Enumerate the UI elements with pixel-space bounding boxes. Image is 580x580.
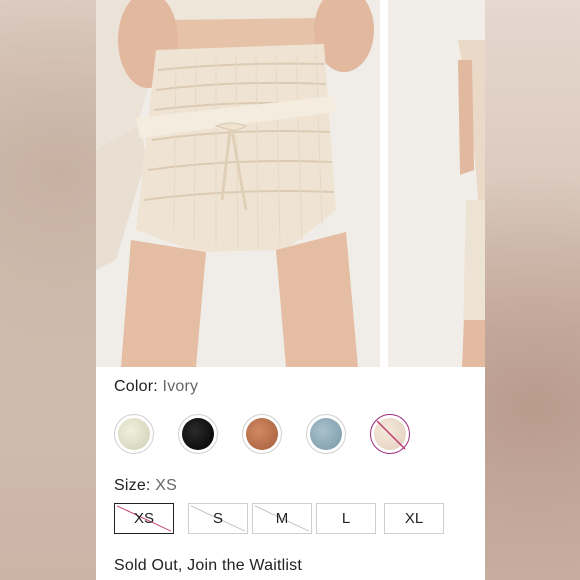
size-label: Size: <box>114 477 151 494</box>
swatch-rust[interactable] <box>242 414 282 454</box>
size-button-label: XS <box>133 510 154 527</box>
size-button-label: M <box>275 510 289 527</box>
swatch-dusty-blue[interactable] <box>306 414 346 454</box>
swatch-cream-selected[interactable] <box>370 414 410 454</box>
selected-size-value: XS <box>155 477 177 494</box>
size-button-label: XL <box>404 510 424 527</box>
product-image-main[interactable] <box>96 0 380 367</box>
swatch-dusty-blue-fill <box>310 418 342 450</box>
swatch-cream-fill <box>374 418 406 450</box>
selected-color-value: Ivory <box>162 378 199 395</box>
size-button-xl[interactable]: XL <box>384 503 444 534</box>
size-button-label: S <box>212 510 223 527</box>
size-button-l[interactable]: L <box>316 503 376 534</box>
product-image-secondary[interactable] <box>388 0 485 367</box>
swatch-ivory-fill <box>118 418 150 450</box>
color-label: Color: <box>114 378 158 395</box>
swatch-ivory[interactable] <box>114 414 154 454</box>
size-button-s[interactable]: S <box>188 503 248 534</box>
size-button-xs[interactable]: XS <box>114 503 174 534</box>
product-card: Color: Ivory Size: XS XS S M L XL Sold O… <box>96 0 485 580</box>
sold-out-waitlist-link[interactable]: Sold Out, Join the Waitlist <box>114 557 302 575</box>
swatch-black-fill <box>182 418 214 450</box>
color-label-row: Color: Ivory <box>114 378 198 396</box>
swatch-black[interactable] <box>178 414 218 454</box>
swatch-rust-fill <box>246 418 278 450</box>
size-button-label: L <box>341 510 351 527</box>
size-button-m[interactable]: M <box>252 503 312 534</box>
size-label-row: Size: XS <box>114 477 177 495</box>
